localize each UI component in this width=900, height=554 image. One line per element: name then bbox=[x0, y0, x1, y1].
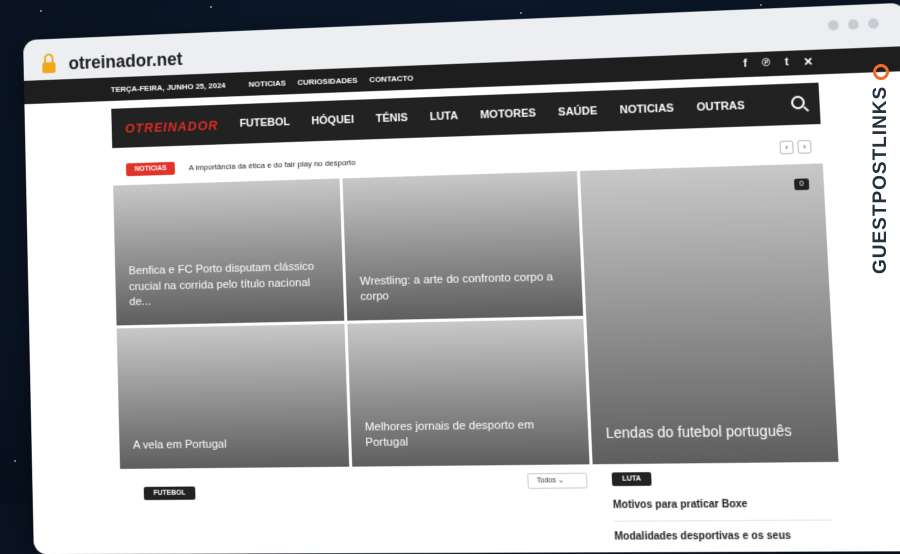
window-dot-icon[interactable] bbox=[828, 20, 839, 31]
nav-item-futebol[interactable]: FUTEBOL bbox=[239, 116, 290, 130]
site-page: OTREINADOR FUTEBOL HÓQUEI TÉNIS LUTA MOT… bbox=[24, 71, 900, 554]
section-badge-futebol[interactable]: FUTEBOL bbox=[144, 486, 196, 500]
nav-item-hoquei[interactable]: HÓQUEI bbox=[311, 114, 354, 127]
chevron-right-icon[interactable]: › bbox=[797, 140, 811, 154]
article-title: Wrestling: a arte do confronto corpo a c… bbox=[360, 270, 569, 306]
ticker-badge: NOTICIAS bbox=[126, 161, 176, 175]
article-title: Benfica e FC Porto disputam clássico cru… bbox=[128, 260, 330, 311]
sidebar-article-link[interactable]: Modalidades desportivas e os seus bbox=[614, 530, 791, 542]
category-sections: FUTEBOL Todos ⌄ LUTA Motivos para pratic… bbox=[120, 470, 843, 554]
section-badge-luta[interactable]: LUTA bbox=[612, 472, 652, 486]
nav-item-motores[interactable]: MOTORES bbox=[480, 107, 536, 121]
nav-item-luta[interactable]: LUTA bbox=[429, 110, 458, 123]
topbar-links: NOTICIAS CURIOSIDADES CONTACTO bbox=[249, 73, 414, 88]
ticker-arrows: ‹ › bbox=[779, 140, 811, 154]
facebook-icon[interactable]: f bbox=[743, 58, 747, 71]
current-date: TERÇA-FEIRA, JUNHO 25, 2024 bbox=[111, 80, 226, 93]
window-dot-icon[interactable] bbox=[848, 19, 859, 30]
social-links: f ℗ t ✕ bbox=[743, 55, 813, 71]
window-dot-icon[interactable] bbox=[868, 18, 879, 29]
window-controls bbox=[828, 18, 879, 30]
nav-menu: FUTEBOL HÓQUEI TÉNIS LUTA MOTORES SAÚDE … bbox=[239, 100, 745, 130]
link-chain-icon bbox=[873, 64, 889, 80]
filter-select[interactable]: Todos ⌄ bbox=[527, 473, 587, 489]
featured-article[interactable]: Wrestling: a arte do confronto corpo a c… bbox=[343, 171, 584, 321]
article-title: Melhores jornais de desporto em Portugal bbox=[365, 418, 575, 453]
article-title: A vela em Portugal bbox=[133, 437, 335, 455]
nav-item-noticias[interactable]: NOTICIAS bbox=[620, 102, 675, 116]
comment-count-badge[interactable]: 0 bbox=[794, 178, 809, 190]
featured-article[interactable]: A vela em Portugal bbox=[117, 324, 350, 469]
watermark-logo: GUESTPOSTLINKS bbox=[868, 44, 894, 274]
topbar-link-curiosidades[interactable]: CURIOSIDADES bbox=[297, 75, 357, 86]
ticker-headline[interactable]: A importância da ética e do fair play no… bbox=[189, 157, 356, 171]
topbar-link-contacto[interactable]: CONTACTO bbox=[369, 73, 413, 84]
watermark-text: GUESTPOSTLINKS bbox=[870, 86, 892, 274]
browser-frame: otreinador.net TERÇA-FEIRA, JUNHO 25, 20… bbox=[23, 3, 900, 554]
search-icon[interactable] bbox=[791, 96, 805, 110]
x-icon[interactable]: ✕ bbox=[803, 55, 813, 69]
browser-window: otreinador.net TERÇA-FEIRA, JUNHO 25, 20… bbox=[17, 0, 900, 515]
divider bbox=[614, 519, 831, 521]
pinterest-icon[interactable]: ℗ bbox=[762, 57, 771, 71]
filter-value: Todos bbox=[537, 477, 556, 484]
tumblr-icon[interactable]: t bbox=[785, 56, 790, 70]
nav-item-saude[interactable]: SAÚDE bbox=[558, 105, 598, 119]
featured-article[interactable]: Benfica e FC Porto disputam clássico cru… bbox=[113, 178, 344, 325]
nav-item-outras[interactable]: OUTRAS bbox=[696, 100, 745, 114]
url-text: otreinador.net bbox=[68, 49, 182, 74]
article-title: Lendas do futebol português bbox=[605, 421, 822, 443]
nav-item-tenis[interactable]: TÉNIS bbox=[376, 112, 408, 125]
sidebar-article-link[interactable]: Motivos para praticar Boxe bbox=[613, 499, 748, 512]
site-logo[interactable]: OTREINADOR bbox=[125, 117, 219, 135]
featured-grid: Benfica e FC Porto disputam clássico cru… bbox=[113, 163, 838, 469]
featured-article[interactable]: Melhores jornais de desporto em Portugal bbox=[347, 319, 589, 467]
chevron-left-icon[interactable]: ‹ bbox=[779, 140, 793, 154]
featured-article[interactable]: 0 Lendas do futebol português bbox=[580, 163, 839, 464]
lock-icon bbox=[42, 62, 55, 73]
address-bar[interactable]: otreinador.net bbox=[42, 45, 183, 78]
topbar-link-noticias[interactable]: NOTICIAS bbox=[249, 78, 286, 88]
